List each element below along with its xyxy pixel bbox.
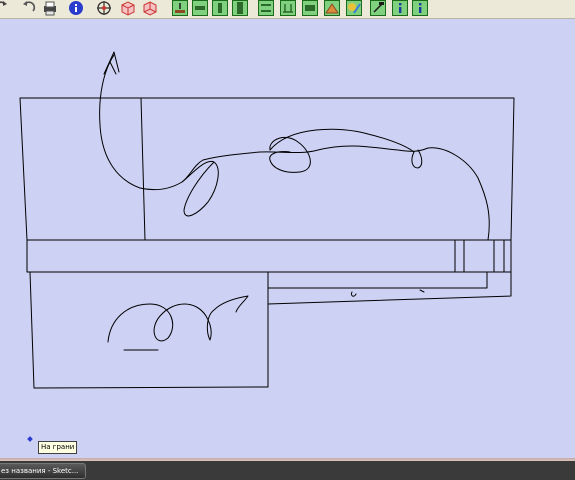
tick-mark-1 [351,291,357,297]
freehand-curve-main [99,54,490,241]
inference-tooltip: На грани [38,441,78,454]
toolbar [0,0,575,19]
redo-icon[interactable] [20,0,36,16]
section-tool-icon-6[interactable] [280,0,296,16]
taskbar: ез названия - Sketc... [0,461,575,480]
section-tool-icon-1[interactable] [172,0,188,16]
freehand-loop-bump [269,137,311,173]
drawing-canvas[interactable] [0,19,575,459]
tick-mark-2 [419,289,425,293]
taskbar-app-button[interactable]: ез названия - Sketc... [0,463,86,479]
section-tool-icon-3[interactable] [212,0,228,16]
orbit-icon[interactable] [96,0,112,16]
upper-divider [140,97,146,241]
freehand-loop-left [181,160,219,217]
freehand-squiggle-lower [107,295,249,343]
info-icon-1[interactable] [392,0,408,16]
section-tool-icon-10[interactable] [370,0,386,16]
upper-outline [19,97,515,241]
section-tool-icon-9[interactable] [346,0,362,16]
middle-strip-bottom [26,239,512,273]
redo-icon[interactable] [0,0,10,16]
freehand-arc-top [269,128,415,153]
model-info-icon[interactable] [68,0,84,16]
connector-top [267,271,488,289]
section-tool-icon-5[interactable] [258,0,274,16]
back-view-icon[interactable] [142,0,158,16]
section-tool-icon-7[interactable] [302,0,318,16]
lower-outline [29,271,269,389]
section-tool-icon-2[interactable] [192,0,208,16]
print-icon[interactable] [42,0,58,16]
info-icon-2[interactable] [412,0,428,16]
sketch-drawing [19,51,515,389]
section-tool-icon-8[interactable] [324,0,340,16]
freehand-curl-right [411,149,423,169]
inference-point-icon [27,436,33,442]
front-view-icon[interactable] [120,0,136,16]
section-tool-icon-4[interactable] [232,0,248,16]
